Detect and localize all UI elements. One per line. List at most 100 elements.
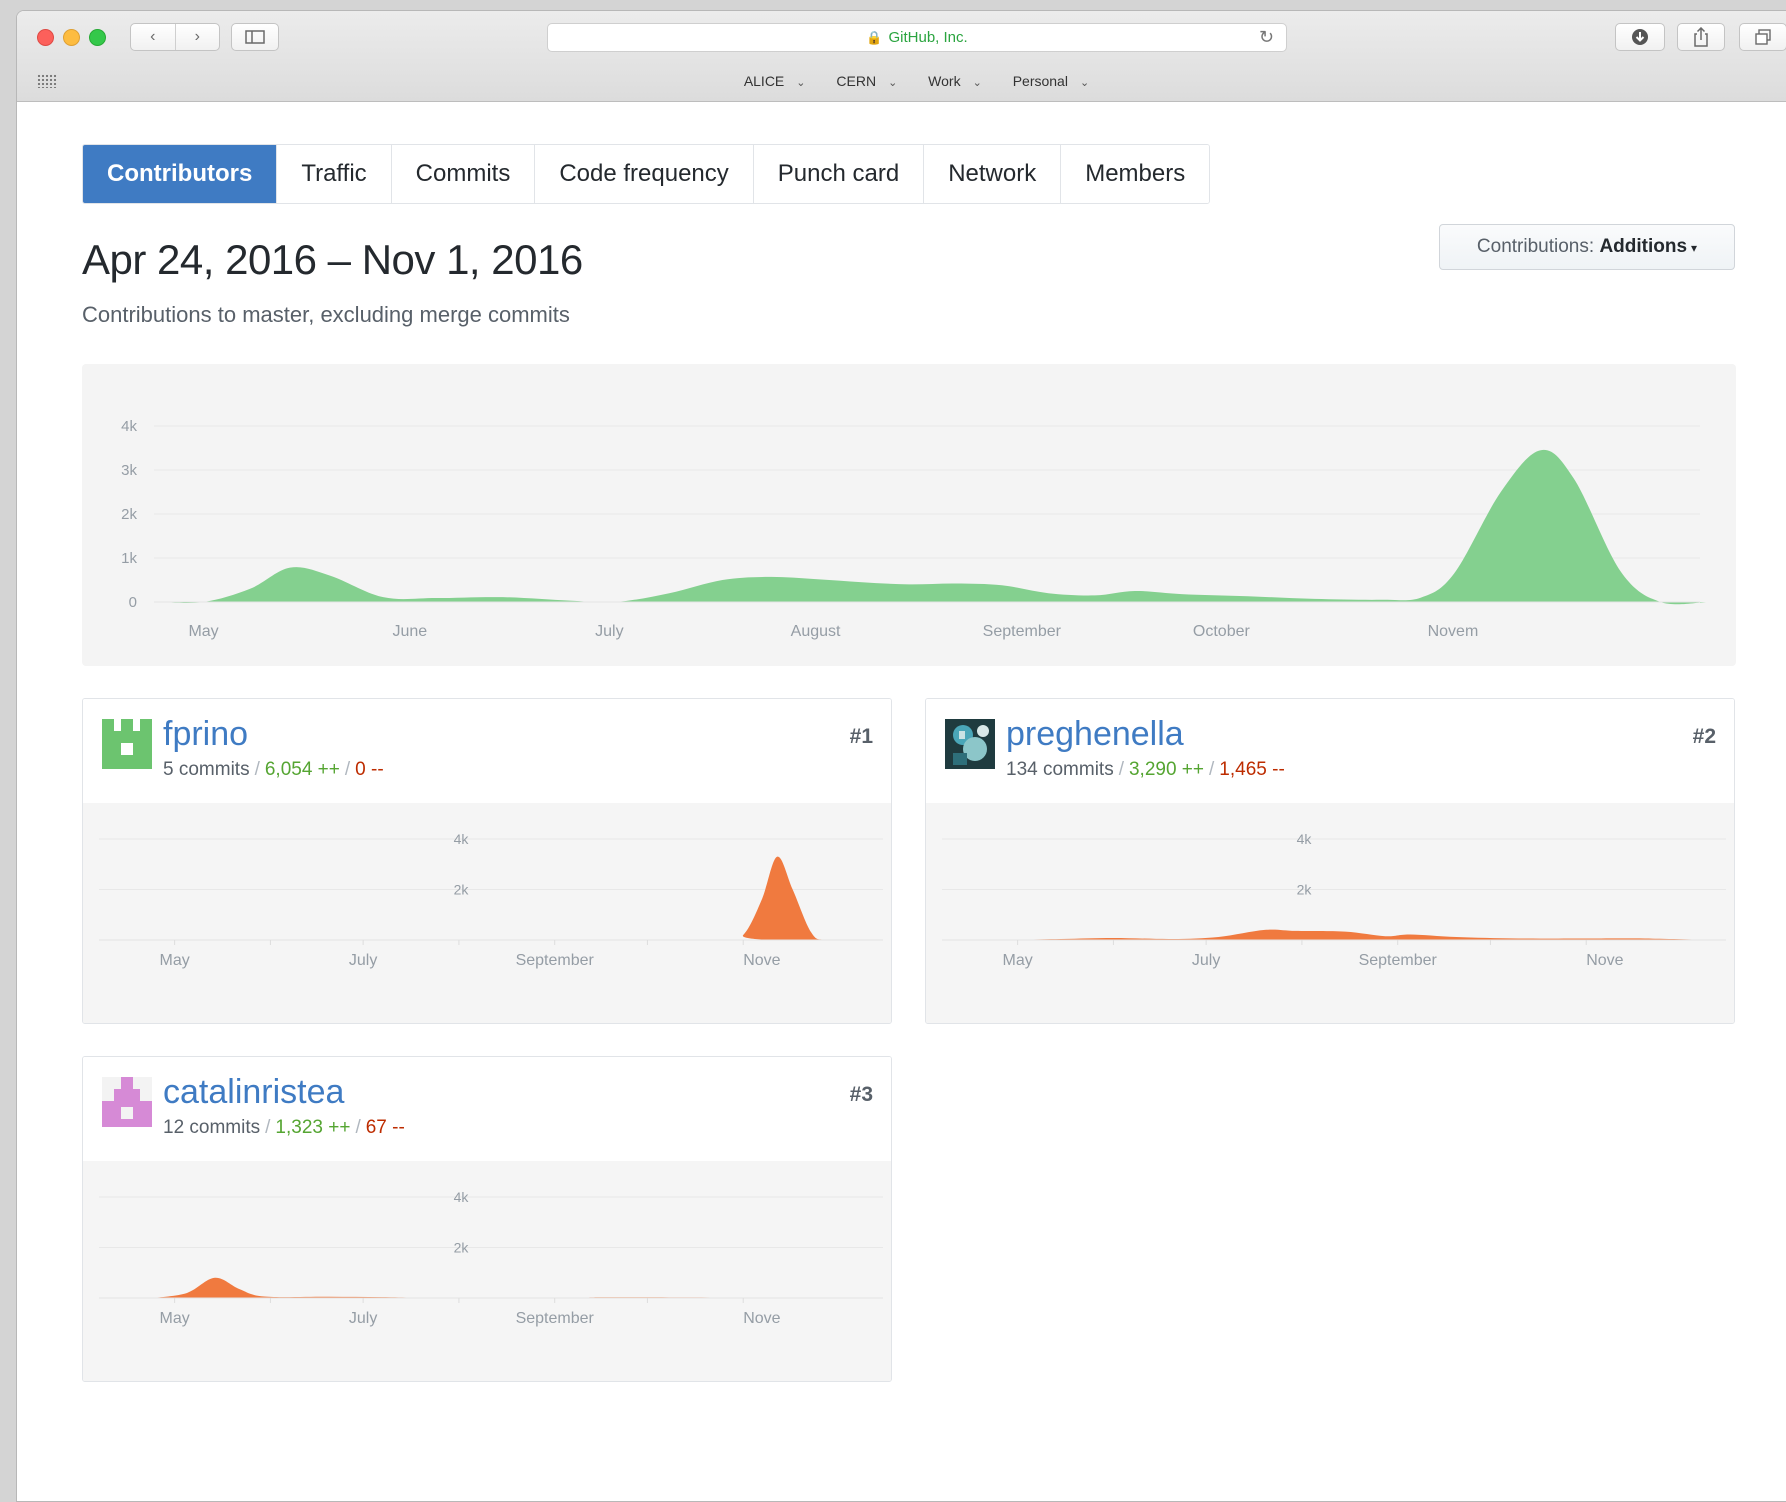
contributions-type-dropdown[interactable]: Contributions: Additions ▾ [1439, 224, 1735, 270]
commit-count[interactable]: 12 commits [163, 1117, 260, 1138]
overall-contributions-chart: 0 1k 2k 3k 4k May June July August September Octob… [82, 364, 1736, 666]
address-text: GitHub, Inc. [888, 29, 968, 46]
y-tick-label: 2k [1297, 882, 1313, 898]
browser-toolbar: ‹ › 🔒 GitHub, Inc. ↻ ALICE ⌄ CERN ⌄ Work… [17, 11, 1786, 102]
x-tick-label: October [1193, 623, 1251, 640]
contributor-username[interactable]: fprino [163, 715, 248, 754]
contributor-header: preghenella 134 commits/3,290 ++/1,465 -… [926, 699, 1734, 803]
y-tick-label: 4k [1297, 831, 1313, 847]
x-tick-label: September [1359, 952, 1438, 969]
sidebar-toggle-button[interactable] [231, 23, 279, 51]
series-area [996, 929, 1716, 940]
contributor-rank: #2 [1692, 725, 1716, 748]
tabs-icon [1755, 29, 1771, 45]
tab-members[interactable]: Members [1061, 145, 1210, 203]
x-tick-label: May [1003, 952, 1033, 969]
minimize-window-button[interactable] [63, 29, 80, 46]
x-tick-label: August [791, 623, 841, 640]
x-tick-label: Nove [1586, 952, 1623, 969]
series-area [157, 449, 1707, 605]
bookmark-work[interactable]: Work ⌄ [919, 73, 982, 89]
lock-icon: 🔒 [866, 30, 883, 45]
avatar[interactable] [102, 1077, 152, 1127]
y-tick-label: 0 [129, 594, 137, 611]
tab-code-frequency[interactable]: Code frequency [535, 145, 754, 203]
page-content: Contributors Traffic Commits Code freque… [17, 102, 1786, 1501]
page-subtitle: Contributions to master, excluding merge… [82, 302, 570, 327]
deletions-count: 0 -- [355, 759, 384, 780]
tab-traffic[interactable]: Traffic [277, 145, 392, 203]
contributor-area-chart: 2k 4k May July September Nove [99, 831, 883, 969]
bookmarks-bar: ALICE ⌄ CERN ⌄ Work ⌄ Personal ⌄ [17, 73, 1786, 89]
forward-arrow-icon[interactable]: › [174, 24, 220, 50]
contributor-chart: 2k 4k May July September Nove [83, 803, 891, 1023]
share-icon [1694, 27, 1708, 47]
dropdown-prefix: Contributions: [1476, 236, 1595, 257]
x-tick-label: July [349, 1310, 377, 1327]
caret-down-icon: ▾ [1691, 241, 1698, 255]
overall-area-chart: 0 1k 2k 3k 4k May June July August September Octob… [121, 418, 1707, 640]
y-tick-label: 4k [454, 1189, 470, 1205]
bookmark-alice[interactable]: ALICE ⌄ [735, 73, 806, 89]
address-bar[interactable]: 🔒 GitHub, Inc. ↻ [547, 23, 1287, 52]
y-tick-label: 3k [121, 462, 137, 479]
share-button[interactable] [1677, 23, 1725, 51]
chevron-down-icon: ⌄ [1079, 77, 1090, 89]
contributor-stats: 5 commits/6,054 ++/0 -- [163, 759, 384, 780]
y-tick-label: 4k [121, 418, 137, 435]
y-tick-label: 2k [454, 882, 470, 898]
back-arrow-icon[interactable]: ‹ [131, 24, 175, 50]
contributor-card: preghenella 134 commits/3,290 ++/1,465 -… [925, 698, 1735, 1024]
tab-contributors[interactable]: Contributors [83, 145, 278, 203]
y-tick-label: 4k [454, 831, 470, 847]
x-tick-label: July [595, 623, 623, 640]
zoom-window-button[interactable] [89, 29, 106, 46]
x-tick-label: July [1192, 952, 1220, 969]
history-nav: ‹ › [130, 23, 220, 51]
contributor-stats: 134 commits/3,290 ++/1,465 -- [1006, 759, 1285, 780]
tab-commits[interactable]: Commits [391, 145, 536, 203]
bookmark-cern[interactable]: CERN ⌄ [827, 73, 897, 89]
y-tick-label: 2k [454, 1240, 470, 1256]
y-tick-label: 2k [121, 506, 137, 523]
contributor-username[interactable]: catalinristea [163, 1073, 344, 1112]
contributor-area-chart: 2k 4k May July September Nove [99, 1189, 883, 1327]
x-tick-label: May [160, 1310, 190, 1327]
chevron-down-icon: ⌄ [796, 77, 806, 89]
x-tick-label: September [516, 952, 595, 969]
additions-count: 1,323 ++ [275, 1117, 351, 1138]
contributor-chart: 2k 4k May July September Nove [926, 803, 1734, 1023]
x-tick-label: July [349, 952, 377, 969]
additions-count: 3,290 ++ [1128, 759, 1205, 780]
bookmark-personal[interactable]: Personal ⌄ [1004, 73, 1089, 89]
commit-count[interactable]: 5 commits [163, 759, 250, 780]
x-tick-label: September [983, 623, 1062, 640]
x-tick-label: Nove [743, 952, 780, 969]
avatar[interactable] [102, 719, 152, 769]
x-tick-label: May [160, 952, 190, 969]
dropdown-value: Additions [1599, 236, 1688, 257]
avatar[interactable] [945, 719, 995, 769]
close-window-button[interactable] [37, 29, 54, 46]
contributor-card: catalinristea 12 commits/1,323 ++/67 -- … [82, 1056, 892, 1382]
contributor-rank: #1 [849, 725, 873, 748]
contributor-username[interactable]: preghenella [1006, 715, 1184, 754]
contributor-area-chart: 2k 4k May July September Nove [942, 831, 1726, 969]
browser-window: ‹ › 🔒 GitHub, Inc. ↻ ALICE ⌄ CERN ⌄ Work… [16, 10, 1786, 1502]
download-icon [1632, 29, 1648, 45]
deletions-count: 67 -- [365, 1117, 405, 1138]
tab-network[interactable]: Network [924, 145, 1062, 203]
reload-icon[interactable]: ↻ [1259, 24, 1274, 51]
downloads-button[interactable] [1615, 23, 1665, 51]
chevron-down-icon: ⌄ [888, 77, 898, 89]
series-area [153, 856, 873, 941]
y-tick-label: 1k [121, 550, 137, 567]
contributor-header: fprino 5 commits/6,054 ++/0 -- #1 [83, 699, 891, 803]
tab-punch-card[interactable]: Punch card [753, 145, 925, 203]
x-tick-label: June [392, 623, 427, 640]
x-tick-label: Nove [743, 1310, 780, 1327]
show-tabs-button[interactable] [1739, 23, 1786, 51]
commit-count[interactable]: 134 commits [1006, 759, 1114, 780]
contributor-chart: 2k 4k May July September Nove [83, 1161, 891, 1381]
chevron-down-icon: ⌄ [972, 77, 982, 89]
